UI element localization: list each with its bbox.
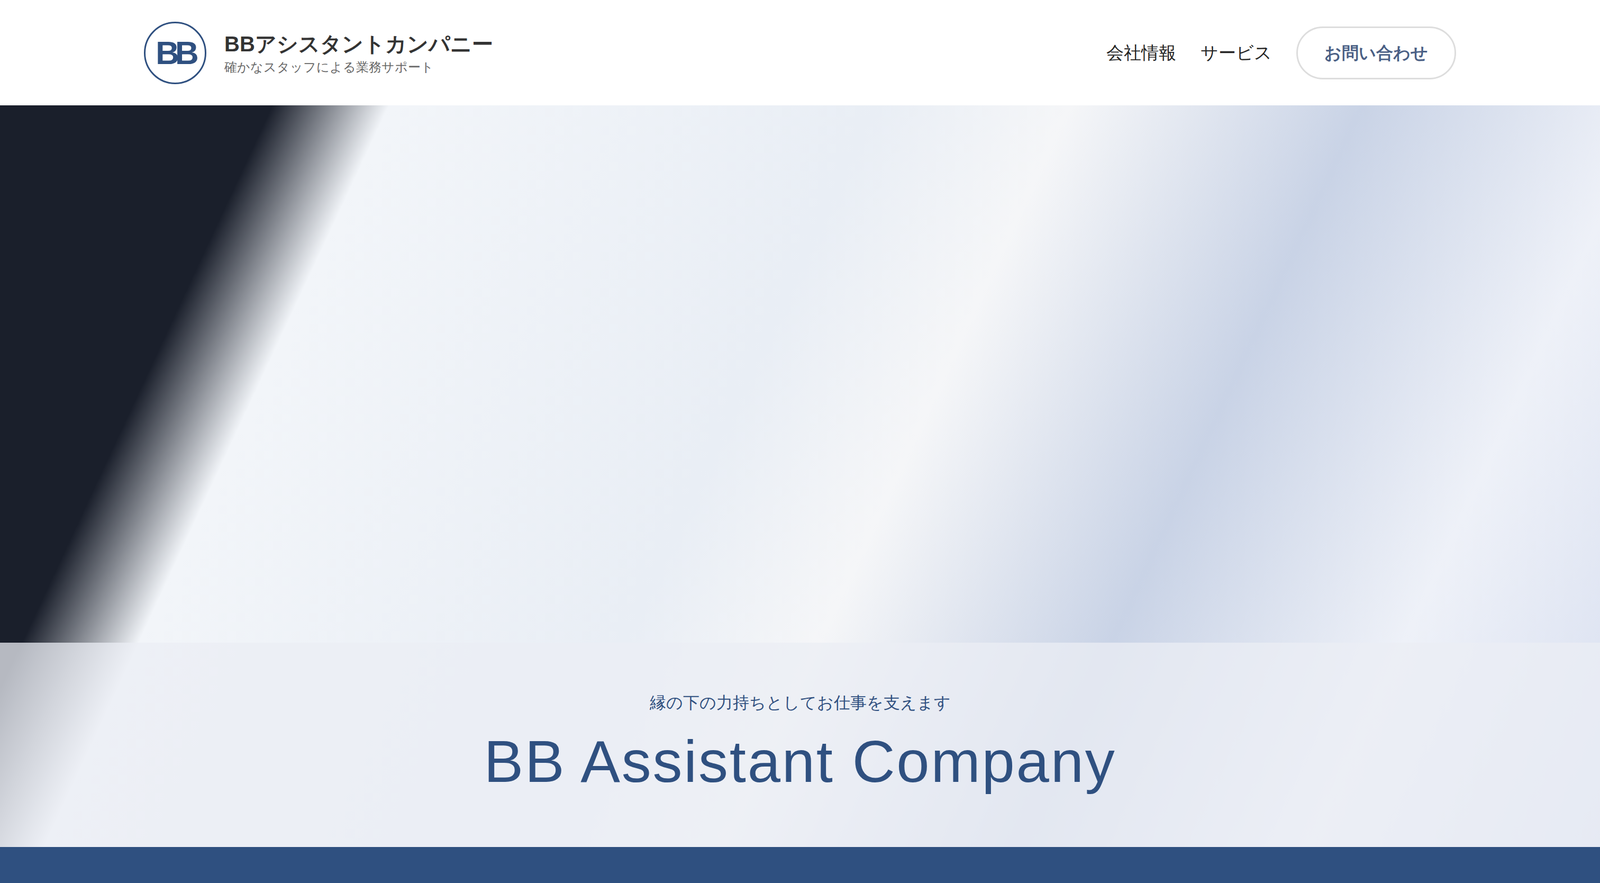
nav-link[interactable]: サービス	[1200, 39, 1272, 67]
hero-heading: BB Assistant Company	[483, 724, 1116, 799]
contact-button[interactable]: お問い合わせ	[1296, 26, 1457, 80]
hero: 縁の下の力持ちとしてお仕事を支えます BB Assistant Company	[0, 105, 1600, 847]
bottom-band	[0, 846, 1600, 883]
page: BB BBアシスタントカンパニー確かなスタッフによる業務サポート 会社情報サービスお…	[0, 0, 1600, 883]
logo-icon: BB	[143, 21, 207, 85]
site-header: BB BBアシスタントカンパニー確かなスタッフによる業務サポート 会社情報サービスお…	[0, 0, 1600, 106]
brand[interactable]: BB BBアシスタントカンパニー確かなスタッフによる業務サポート	[143, 21, 494, 85]
hero-tagline: 縁の下の力持ちとしてお仕事を支えます	[649, 690, 951, 716]
nav-link[interactable]: 会社情報	[1106, 39, 1177, 67]
site-subtitle: 確かなスタッフによる業務サポート	[224, 59, 494, 76]
main-nav: 会社情報サービスお問い合わせ	[1106, 26, 1457, 80]
hero-caption: 縁の下の力持ちとしてお仕事を支えます BB Assistant Company	[0, 642, 1600, 847]
site-title: BBアシスタントカンパニー	[224, 30, 494, 58]
